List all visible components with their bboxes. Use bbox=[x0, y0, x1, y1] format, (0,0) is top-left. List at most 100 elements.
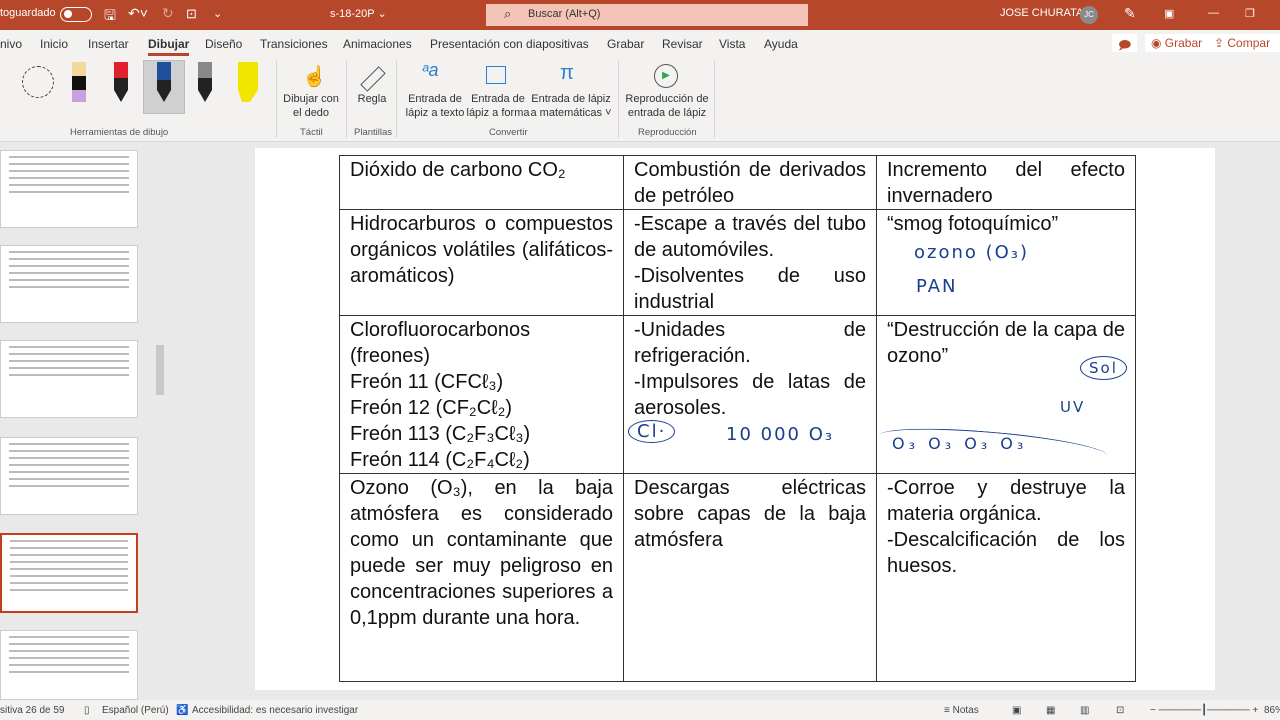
status-bar: sitiva 26 de 59 ▯ Español (Perú) ♿ Acces… bbox=[0, 700, 1280, 720]
share-button[interactable]: ⇪ Compar bbox=[1208, 34, 1280, 52]
label: Entrada de lápiz bbox=[531, 93, 611, 105]
redo-icon[interactable]: ↻ bbox=[162, 5, 174, 22]
autosave-label: toguardado bbox=[0, 7, 56, 19]
pollutant-cell[interactable]: Clorofluorocarbonos (freones) Freón 11 (… bbox=[339, 315, 624, 474]
group-label-replay: Reproducción bbox=[638, 127, 697, 138]
spellcheck-icon[interactable]: ▯ bbox=[84, 705, 90, 716]
divider bbox=[276, 60, 277, 138]
group-label-templates: Plantillas bbox=[354, 127, 393, 138]
tab-slideshow[interactable]: Presentación con diapositivas bbox=[430, 37, 589, 51]
pollutant-cell[interactable]: Dióxido de carbono CO₂ bbox=[339, 155, 624, 210]
avatar[interactable]: JC bbox=[1080, 6, 1098, 24]
present-icon[interactable]: ⊡ bbox=[186, 6, 197, 22]
draw-finger-icon: ☝ bbox=[302, 66, 327, 88]
source-cell[interactable]: Combustión de derivados de petróleo bbox=[623, 155, 877, 210]
tab-design[interactable]: Diseño bbox=[205, 37, 242, 51]
search-input[interactable]: ⌕ Buscar (Alt+Q) bbox=[486, 4, 808, 26]
ink-annotation-ozone[interactable]: ozono (O₃) bbox=[914, 242, 1029, 263]
slide-sorter-icon[interactable]: ▦ bbox=[1046, 705, 1055, 716]
pencil-gray-icon[interactable] bbox=[198, 62, 212, 102]
slideshow-icon[interactable]: ⊡ bbox=[1116, 705, 1124, 716]
ink-to-text-button[interactable]: Entrada de lápiz a texto bbox=[404, 92, 466, 120]
zoom-level[interactable]: 86% bbox=[1264, 705, 1280, 716]
tab-review[interactable]: Revisar bbox=[662, 37, 703, 51]
tab-record[interactable]: Grabar bbox=[607, 37, 644, 51]
pollutant-cell[interactable]: Ozono (O₃), en la baja atmósfera es cons… bbox=[339, 473, 624, 682]
customize-icon[interactable]: ⌄ bbox=[213, 7, 222, 20]
comments-icon[interactable]: 🗩 bbox=[1112, 34, 1138, 52]
language[interactable]: Español (Perú) bbox=[102, 705, 169, 716]
slide-thumbnail[interactable] bbox=[0, 437, 138, 515]
label: Entrada de bbox=[408, 93, 462, 105]
ink-replay-icon: ▶ bbox=[654, 64, 678, 88]
effect-cell[interactable]: Incremento del efecto invernadero bbox=[876, 155, 1136, 210]
ink-replay-button[interactable]: Reproducción de entrada de lápiz bbox=[624, 92, 710, 120]
ink-annotation-sun[interactable]: Sol bbox=[1080, 356, 1127, 380]
normal-view-icon[interactable]: ▣ bbox=[1012, 705, 1021, 716]
pen-beige-icon[interactable] bbox=[72, 62, 86, 102]
accessibility-icon[interactable]: ♿ bbox=[176, 705, 188, 716]
group-label-drawing-tools: Herramientas de dibujo bbox=[70, 127, 169, 138]
ink-annotation-pan[interactable]: PAN bbox=[916, 276, 957, 297]
tab-transitions[interactable]: Transiciones bbox=[260, 37, 328, 51]
draw-with-finger-button[interactable]: Dibujar con el dedo bbox=[282, 92, 340, 120]
source-cell[interactable]: -Escape a través del tubo de automóviles… bbox=[623, 209, 877, 316]
ink-to-shape-icon bbox=[486, 66, 506, 84]
slide-thumbnail[interactable] bbox=[0, 150, 138, 228]
label: lápiz a forma bbox=[466, 107, 530, 119]
tab-animations[interactable]: Animaciones bbox=[343, 37, 412, 51]
record-button[interactable]: ◉ Grabar bbox=[1145, 34, 1209, 52]
ink-annotation-count[interactable]: 10 000 O₃ bbox=[726, 424, 834, 445]
minimize-icon[interactable]: — bbox=[1208, 7, 1219, 19]
undo-icon[interactable]: ↶˅ bbox=[128, 5, 148, 22]
tab-home[interactable]: Inicio bbox=[40, 37, 68, 51]
pen-icon[interactable]: ✎ bbox=[1124, 5, 1136, 22]
divider bbox=[346, 60, 347, 138]
table-row: Dióxido de carbono CO₂ Combustión de der… bbox=[339, 155, 1136, 210]
divider bbox=[618, 60, 619, 138]
file-name[interactable]: s-18-20P ⌄ bbox=[330, 7, 387, 20]
restore-icon[interactable]: ❐ bbox=[1245, 7, 1255, 20]
ribbon: Herramientas de dibujo ☝ Dibujar con el d… bbox=[0, 56, 1280, 142]
slide-thumbnail[interactable] bbox=[0, 630, 138, 700]
pen-red-icon[interactable] bbox=[114, 62, 128, 102]
label: el dedo bbox=[292, 107, 330, 119]
ink-to-shape-button[interactable]: Entrada de lápiz a forma bbox=[466, 92, 530, 120]
pollutant-cell[interactable]: Hidrocarburos o compuestos orgánicos vol… bbox=[339, 209, 624, 316]
group-label-convert: Convertir bbox=[489, 127, 528, 138]
tab-file[interactable]: nivo bbox=[0, 37, 22, 51]
ink-annotation-chlorine[interactable]: Cl· bbox=[628, 420, 676, 443]
tab-help[interactable]: Ayuda bbox=[764, 37, 798, 51]
search-icon: ⌕ bbox=[504, 6, 512, 21]
ink-annotation-uv[interactable]: UV bbox=[1060, 398, 1085, 416]
source-cell[interactable]: -Unidades de refrigeración. -Impulsores … bbox=[623, 315, 877, 474]
source-cell[interactable]: Descargas eléctricas sobre capas de la b… bbox=[623, 473, 877, 682]
ink-to-text-icon: ᵃa bbox=[422, 60, 439, 80]
label: Dibujar con bbox=[283, 93, 339, 105]
search-placeholder: Buscar (Alt+Q) bbox=[528, 8, 601, 20]
pollutants-table: Dióxido de carbono CO₂ Combustión de der… bbox=[339, 155, 1136, 682]
lasso-icon[interactable] bbox=[22, 66, 54, 98]
thumbnail-scrollbar[interactable] bbox=[156, 145, 166, 697]
label: Entrada de bbox=[471, 93, 525, 105]
ribbon-tabs: nivo Inicio Insertar Dibujar Diseño Tran… bbox=[0, 30, 1280, 56]
accessibility-status[interactable]: Accesibilidad: es necesario investigar bbox=[192, 705, 358, 716]
reading-view-icon[interactable]: ▥ bbox=[1080, 705, 1089, 716]
ink-to-math-button[interactable]: Entrada de lápiz a matemáticas ˅ bbox=[530, 92, 612, 120]
tab-view[interactable]: Vista bbox=[719, 37, 745, 51]
save-icon[interactable]: 🖫 bbox=[104, 5, 116, 29]
slide-thumbnail-selected[interactable] bbox=[0, 533, 138, 613]
effect-cell[interactable]: -Corroe y destruye la materia orgánica. … bbox=[876, 473, 1136, 682]
notes-button[interactable]: ≡ Notas bbox=[944, 705, 979, 716]
ruler-button[interactable]: Regla bbox=[356, 92, 388, 106]
user-name[interactable]: JOSE CHURATA bbox=[1000, 7, 1083, 19]
label: Reproducción de bbox=[625, 93, 709, 105]
autosave-toggle[interactable] bbox=[60, 7, 92, 22]
tab-insert[interactable]: Insertar bbox=[88, 37, 129, 51]
tab-draw[interactable]: Dibujar bbox=[148, 37, 190, 56]
ribbon-display-icon[interactable]: ▣ bbox=[1164, 7, 1174, 20]
slide-thumbnail[interactable] bbox=[0, 340, 138, 418]
slide-thumbnail[interactable] bbox=[0, 245, 138, 323]
highlighter-yellow-icon[interactable] bbox=[238, 62, 258, 102]
zoom-slider[interactable]: − ──────┃────── + bbox=[1150, 705, 1258, 716]
